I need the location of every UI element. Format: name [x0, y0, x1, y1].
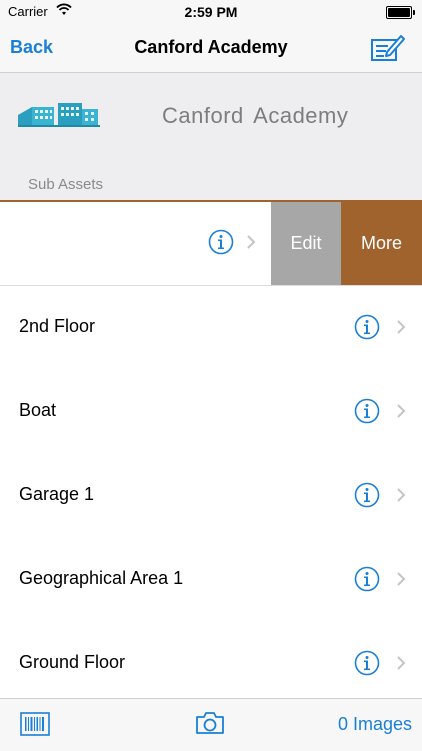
barcode-scan-icon[interactable] — [20, 712, 50, 736]
list-item-label: 2nd Floor — [19, 316, 96, 336]
list-item-swiped[interactable]: Edit More — [0, 202, 422, 285]
images-count-button[interactable]: 0 Images — [338, 714, 412, 735]
list-item[interactable]: Boat — [0, 370, 422, 454]
clock: 2:59 PM — [184, 4, 238, 20]
list-item-label: Ground Floor — [19, 652, 126, 672]
camera-icon[interactable] — [194, 710, 226, 736]
list-item[interactable]: Geographical Area 1 — [0, 538, 422, 622]
status-bar: Carrier 2:59 PM — [0, 0, 422, 24]
list-item[interactable]: 2nd Floor — [0, 286, 422, 370]
chevron-right-icon — [397, 488, 406, 502]
info-icon[interactable] — [354, 314, 380, 340]
row-more-button[interactable]: More — [341, 202, 422, 285]
asset-name: Canford Academy — [162, 103, 349, 128]
chevron-right-icon — [397, 320, 406, 334]
chevron-right-icon — [397, 572, 406, 586]
list-item[interactable]: Garage 1 — [0, 454, 422, 538]
bottom-toolbar: 0 Images — [0, 698, 422, 751]
chevron-right-icon — [397, 404, 406, 418]
info-icon[interactable] — [354, 650, 380, 676]
row-edit-button[interactable]: Edit — [271, 202, 341, 285]
chevron-right-icon — [247, 235, 256, 249]
list-item-label: Geographical Area 1 — [19, 568, 184, 588]
section-label: Sub Assets — [28, 176, 104, 193]
battery-icon — [386, 6, 415, 19]
list-item[interactable]: Ground Floor — [0, 622, 422, 706]
info-icon[interactable] — [354, 398, 380, 424]
list-item-label: Garage 1 — [19, 484, 95, 504]
building-logo-icon — [18, 103, 100, 127]
navigation-bar: Back Canford Academy — [0, 24, 422, 73]
info-icon[interactable] — [354, 482, 380, 508]
info-icon[interactable] — [208, 229, 234, 255]
page-title: Canford Academy — [134, 37, 288, 57]
info-icon[interactable] — [354, 566, 380, 592]
chevron-right-icon — [397, 656, 406, 670]
edit-list-icon[interactable] — [370, 32, 406, 64]
asset-header: Canford Academy Sub Assets — [0, 73, 422, 200]
list-item-label: Boat — [19, 400, 57, 420]
